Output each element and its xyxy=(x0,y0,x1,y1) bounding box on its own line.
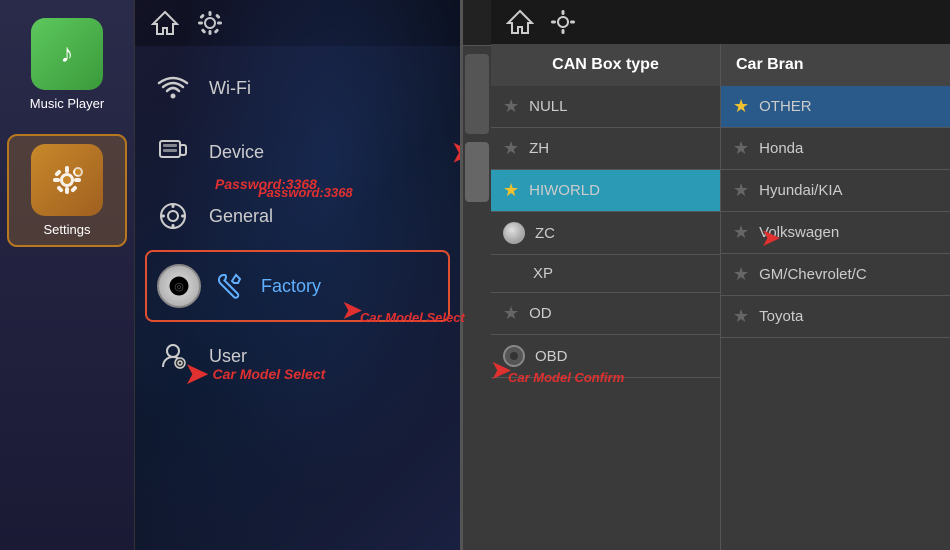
car-brand-item-gm[interactable]: ★ GM/Chevrolet/C xyxy=(721,254,950,296)
gear-icon[interactable] xyxy=(195,8,225,38)
settings-label: Settings xyxy=(44,222,91,237)
car-brand-header: Car Bran xyxy=(721,44,950,86)
general-label: General xyxy=(209,206,273,227)
zh-label: ZH xyxy=(529,140,549,157)
home-icon[interactable] xyxy=(150,10,180,36)
can-box-item-xp[interactable]: XP xyxy=(491,255,720,293)
can-box-item-obd[interactable]: OBD xyxy=(491,335,720,378)
music-player-label: Music Player xyxy=(30,96,104,111)
hyundai-star-icon: ★ xyxy=(733,180,749,201)
zc-circle-icon xyxy=(503,222,525,244)
null-label: NULL xyxy=(529,98,567,115)
menu-item-device[interactable]: ➤ Device ➤ xyxy=(135,120,460,184)
xp-label: XP xyxy=(533,265,553,282)
can-box-header: CAN Box type xyxy=(491,44,720,86)
zh-star-icon: ★ xyxy=(503,138,519,159)
null-star-icon: ★ xyxy=(503,96,519,117)
device-label: Device xyxy=(209,142,264,163)
menu-item-general[interactable]: General xyxy=(135,184,460,248)
hiworld-star-icon: ★ xyxy=(503,180,519,201)
toyota-star-icon: ★ xyxy=(733,306,749,327)
can-box-item-zh[interactable]: ★ ZH xyxy=(491,128,720,170)
right-topbar xyxy=(491,0,950,44)
volkswagen-star-icon: ★ xyxy=(733,222,749,243)
car-brand-column: Car Bran ★ OTHER ★ Honda ★ Hyundai/KIA ★… xyxy=(721,44,950,550)
honda-star-icon: ★ xyxy=(733,138,749,159)
can-box-item-od[interactable]: ★ OD xyxy=(491,293,720,335)
hyundai-label: Hyundai/KIA xyxy=(759,182,842,199)
right-panel: CAN Box type ★ NULL ★ ZH ★ HIWORLD ZC ➤ xyxy=(491,0,950,550)
car-brand-item-other[interactable]: ★ OTHER xyxy=(721,86,950,128)
menu-list: Wi-Fi ➤ Device ➤ Password:3368 xyxy=(135,46,460,398)
honda-label: Honda xyxy=(759,140,803,157)
can-box-item-null[interactable]: ★ NULL xyxy=(491,86,720,128)
hiworld-label: HIWORLD xyxy=(529,182,600,199)
menu-item-factory[interactable]: ◎ Factory xyxy=(145,250,450,322)
wifi-label: Wi-Fi xyxy=(209,78,251,99)
car-brand-item-volkswagen[interactable]: ★ Volkswagen xyxy=(721,212,950,254)
car-brand-item-toyota[interactable]: ★ Toyota xyxy=(721,296,950,338)
car-brand-item-honda[interactable]: ★ Honda xyxy=(721,128,950,170)
toyota-label: Toyota xyxy=(759,308,803,325)
od-label: OD xyxy=(529,305,552,322)
right-home-icon[interactable] xyxy=(506,9,534,35)
gm-star-icon: ★ xyxy=(733,264,749,285)
menu-item-user[interactable]: User xyxy=(135,324,460,388)
zc-label: ZC xyxy=(535,225,555,242)
menu-item-wifi[interactable]: Wi-Fi xyxy=(135,56,460,120)
obd-label: OBD xyxy=(535,348,568,365)
settings-panel: Wi-Fi ➤ Device ➤ Password:3368 xyxy=(135,0,460,550)
music-player-icon: ♪ xyxy=(31,18,103,90)
gm-label: GM/Chevrolet/C xyxy=(759,266,867,283)
factory-wrench-icon xyxy=(213,268,249,304)
settings-topbar xyxy=(135,0,460,46)
od-star-icon: ★ xyxy=(503,303,519,324)
small-mid-panel xyxy=(463,0,491,550)
other-label: OTHER xyxy=(759,98,812,115)
sidebar-app-music[interactable]: ♪ Music Player xyxy=(7,10,127,119)
general-icon xyxy=(155,198,191,234)
other-star-icon: ★ xyxy=(733,96,749,117)
svg-text:◎: ◎ xyxy=(174,281,184,293)
sidebar: ♪ Music Player xyxy=(0,0,135,550)
volkswagen-label: Volkswagen xyxy=(759,224,839,241)
sidebar-app-settings[interactable]: Settings xyxy=(7,134,127,247)
device-icon xyxy=(155,134,191,170)
car-brand-item-hyundai[interactable]: ★ Hyundai/KIA xyxy=(721,170,950,212)
user-icon xyxy=(155,338,191,374)
right-content: CAN Box type ★ NULL ★ ZH ★ HIWORLD ZC ➤ xyxy=(491,44,950,550)
wifi-icon xyxy=(155,70,191,106)
obd-icon xyxy=(503,345,525,367)
factory-label: Factory xyxy=(261,276,321,297)
device-arrow2: ➤ xyxy=(452,136,460,169)
factory-toggle[interactable]: ◎ xyxy=(157,264,201,308)
svg-text:♪: ♪ xyxy=(61,38,74,68)
can-box-column: CAN Box type ★ NULL ★ ZH ★ HIWORLD ZC ➤ xyxy=(491,44,721,550)
user-label: User xyxy=(209,346,247,367)
can-box-item-zc[interactable]: ZC ➤ xyxy=(491,212,720,255)
can-box-item-hiworld[interactable]: ★ HIWORLD xyxy=(491,170,720,212)
settings-icon xyxy=(31,144,103,216)
right-gear-icon[interactable] xyxy=(549,8,577,36)
